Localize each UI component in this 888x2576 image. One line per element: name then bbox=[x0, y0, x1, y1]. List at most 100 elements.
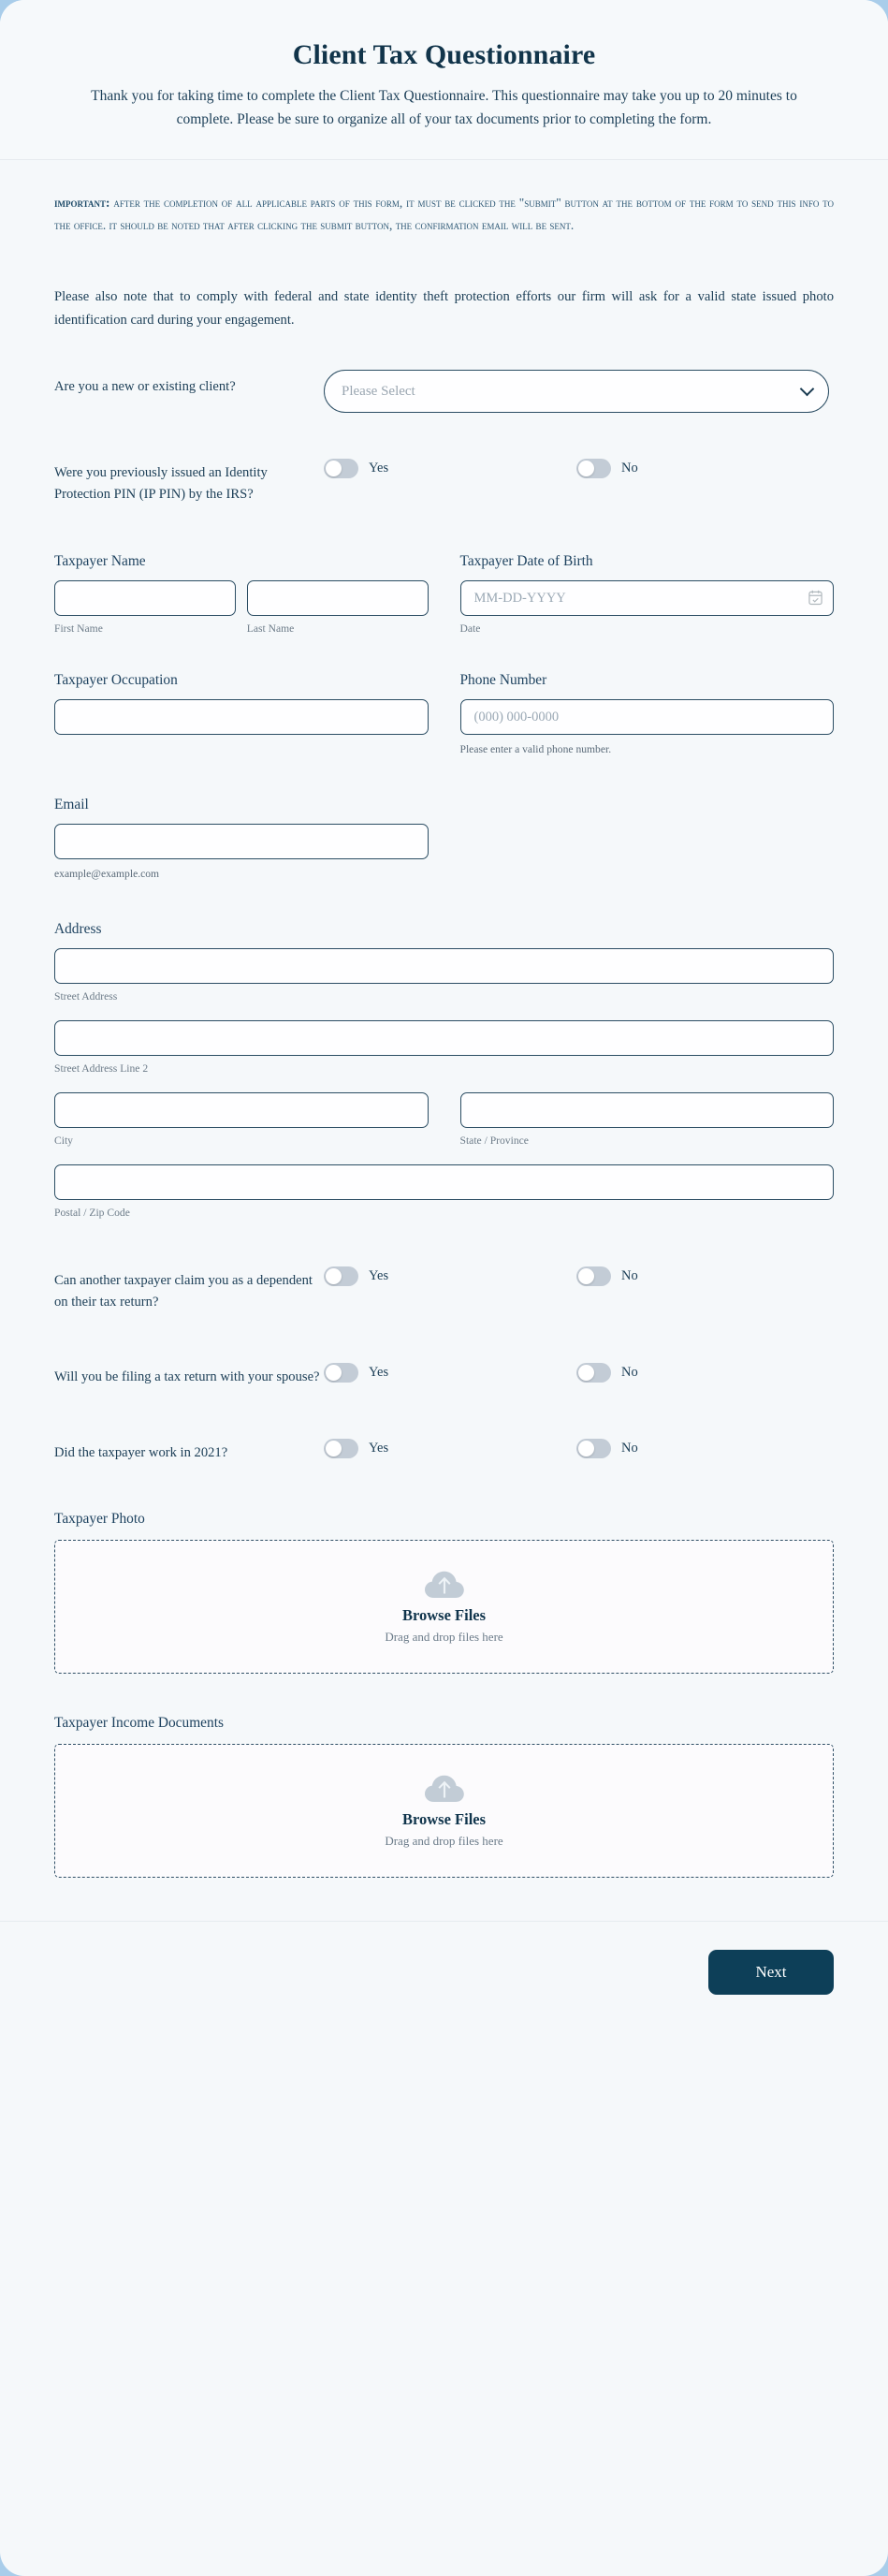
spouse-no-toggle[interactable] bbox=[576, 1362, 611, 1383]
toggle-knob bbox=[578, 1268, 594, 1285]
postal-sub: Postal / Zip Code bbox=[54, 1207, 130, 1220]
work-row: Did the taxpayer work in 2021? Yes No bbox=[54, 1436, 834, 1464]
occupation-input[interactable] bbox=[54, 699, 429, 736]
dependent-label: Can another taxpayer claim you as a depe… bbox=[54, 1273, 313, 1310]
spouse-row: Will you be filing a tax return with you… bbox=[54, 1360, 834, 1388]
dependent-toggles: Yes No bbox=[324, 1264, 834, 1287]
street-address-input[interactable] bbox=[54, 948, 834, 985]
email-label: Email bbox=[54, 797, 89, 813]
street-address-2-block: Street Address Line 2 bbox=[54, 1020, 834, 1075]
ip-pin-label: Were you previously issued an Identity P… bbox=[54, 465, 268, 502]
occupation-label: Taxpayer Occupation bbox=[54, 672, 178, 689]
email-hint: example@example.com bbox=[54, 868, 160, 881]
taxpayer-photo-browse-label: Browse Files bbox=[401, 1605, 487, 1624]
important-body: AFTER THE COMPLETION OF ALL APPLICABLE P… bbox=[54, 196, 834, 233]
street-address-2-input[interactable] bbox=[54, 1020, 834, 1057]
income-documents-browse-label: Browse Files bbox=[401, 1809, 487, 1828]
toggle-knob bbox=[326, 461, 342, 477]
income-documents-label: Taxpayer Income Documents bbox=[54, 1714, 224, 1731]
phone-hint: Please enter a valid phone number. bbox=[459, 743, 612, 756]
spouse-yes-toggle[interactable] bbox=[324, 1362, 358, 1383]
ip-pin-yes-item: Yes bbox=[324, 459, 576, 479]
toggle-knob bbox=[326, 1441, 342, 1457]
toggle-knob bbox=[578, 1364, 594, 1381]
dependent-yes-label: Yes bbox=[369, 1268, 389, 1284]
client-type-select-wrap: Please Select bbox=[324, 370, 829, 414]
dob-label: Taxpayer Date of Birth bbox=[459, 553, 593, 570]
spouse-label: Will you be filing a tax return with you… bbox=[54, 1368, 320, 1384]
spouse-yes-label: Yes bbox=[369, 1364, 389, 1380]
intro-paragraph: Thank you for taking time to complete th… bbox=[91, 88, 797, 128]
notice-block: IMPORTANT: AFTER THE COMPLETION OF ALL A… bbox=[54, 192, 834, 332]
important-notice: IMPORTANT: AFTER THE COMPLETION OF ALL A… bbox=[54, 192, 834, 237]
dob-input-wrap bbox=[459, 580, 834, 617]
last-name-sub: Last Name bbox=[246, 622, 295, 636]
city-block: City bbox=[54, 1092, 429, 1147]
occupation-group: Taxpayer Occupation bbox=[54, 672, 429, 755]
income-documents-dropzone[interactable]: Browse Files Drag and drop files here bbox=[54, 1743, 834, 1878]
client-type-select[interactable]: Please Select bbox=[324, 370, 829, 414]
first-name-input[interactable] bbox=[54, 580, 236, 617]
work-label: Did the taxpayer work in 2021? bbox=[54, 1445, 228, 1461]
email-spacer bbox=[460, 797, 835, 880]
work-toggles: Yes No bbox=[324, 1436, 834, 1459]
toggle-knob bbox=[326, 1268, 342, 1285]
spouse-no-item: No bbox=[576, 1362, 638, 1383]
spouse-no-label: No bbox=[621, 1364, 638, 1380]
street-address-2-sub: Street Address Line 2 bbox=[54, 1062, 149, 1076]
taxpayer-photo-upload-group: Taxpayer Photo Browse Files Drag and dro… bbox=[54, 1511, 834, 1674]
ip-pin-yes-label: Yes bbox=[369, 461, 389, 476]
ip-pin-no-item: No bbox=[576, 459, 638, 479]
city-input[interactable] bbox=[54, 1092, 429, 1129]
name-dob-row: Taxpayer Name First Name Last Name Taxpa… bbox=[54, 553, 834, 635]
questionnaire-card: Client Tax Questionnaire Thank you for t… bbox=[0, 0, 888, 2576]
email-input[interactable] bbox=[54, 824, 429, 860]
work-no-label: No bbox=[621, 1441, 638, 1456]
state-input[interactable] bbox=[459, 1092, 834, 1129]
email-row: Email example@example.com bbox=[54, 797, 834, 880]
postal-block: Postal / Zip Code bbox=[54, 1164, 834, 1219]
cloud-upload-icon bbox=[424, 1775, 464, 1802]
toggle-knob bbox=[578, 1441, 594, 1457]
address-label: Address bbox=[54, 921, 102, 938]
taxpayer-photo-dropzone[interactable]: Browse Files Drag and drop files here bbox=[54, 1539, 834, 1674]
postal-code-input[interactable] bbox=[54, 1164, 834, 1201]
taxpayer-name-label: Taxpayer Name bbox=[54, 553, 146, 570]
toggle-knob bbox=[578, 461, 594, 477]
ip-pin-yes-toggle[interactable] bbox=[324, 459, 358, 479]
last-name-input[interactable] bbox=[246, 580, 429, 617]
work-no-toggle[interactable] bbox=[576, 1439, 611, 1459]
ip-pin-row: Were you previously issued an Identity P… bbox=[54, 456, 834, 505]
state-sub: State / Province bbox=[459, 1134, 529, 1148]
state-block: State / Province bbox=[459, 1092, 834, 1148]
cloud-upload-icon bbox=[424, 1571, 464, 1598]
email-group: Email example@example.com bbox=[54, 797, 429, 880]
work-no-item: No bbox=[576, 1439, 638, 1459]
page-title: Client Tax Questionnaire bbox=[292, 39, 596, 70]
dependent-row: Can another taxpayer claim you as a depe… bbox=[54, 1264, 834, 1312]
ip-pin-toggles: Yes No bbox=[324, 456, 834, 479]
spouse-yes-item: Yes bbox=[324, 1362, 576, 1383]
spouse-toggles: Yes No bbox=[324, 1360, 834, 1383]
identity-notice: Please also note that to comply with fed… bbox=[54, 288, 834, 329]
phone-input[interactable] bbox=[459, 699, 834, 736]
client-type-label: Are you a new or existing client? bbox=[54, 379, 236, 395]
name-pair: First Name Last Name bbox=[54, 580, 429, 635]
income-documents-drag-text: Drag and drop files here bbox=[385, 1833, 503, 1848]
first-name-sub: First Name bbox=[54, 622, 103, 636]
street-address-sub: Street Address bbox=[54, 990, 118, 1003]
phone-label: Phone Number bbox=[459, 672, 547, 689]
ip-pin-no-toggle[interactable] bbox=[576, 459, 611, 479]
dependent-yes-toggle[interactable] bbox=[324, 1266, 358, 1287]
client-type-row: Are you a new or existing client? Please… bbox=[54, 370, 834, 414]
dependent-no-toggle[interactable] bbox=[576, 1266, 611, 1287]
form-header: Client Tax Questionnaire Thank you for t… bbox=[0, 0, 888, 161]
dependent-no-label: No bbox=[621, 1268, 638, 1284]
work-yes-label: Yes bbox=[369, 1441, 389, 1456]
dob-input[interactable] bbox=[459, 580, 834, 617]
work-yes-toggle[interactable] bbox=[324, 1439, 358, 1459]
important-lead: IMPORTANT: bbox=[54, 196, 110, 211]
occupation-phone-row: Taxpayer Occupation Phone Number Please … bbox=[54, 672, 834, 755]
next-button[interactable]: Next bbox=[708, 1949, 834, 1995]
taxpayer-photo-drag-text: Drag and drop files here bbox=[385, 1629, 503, 1644]
